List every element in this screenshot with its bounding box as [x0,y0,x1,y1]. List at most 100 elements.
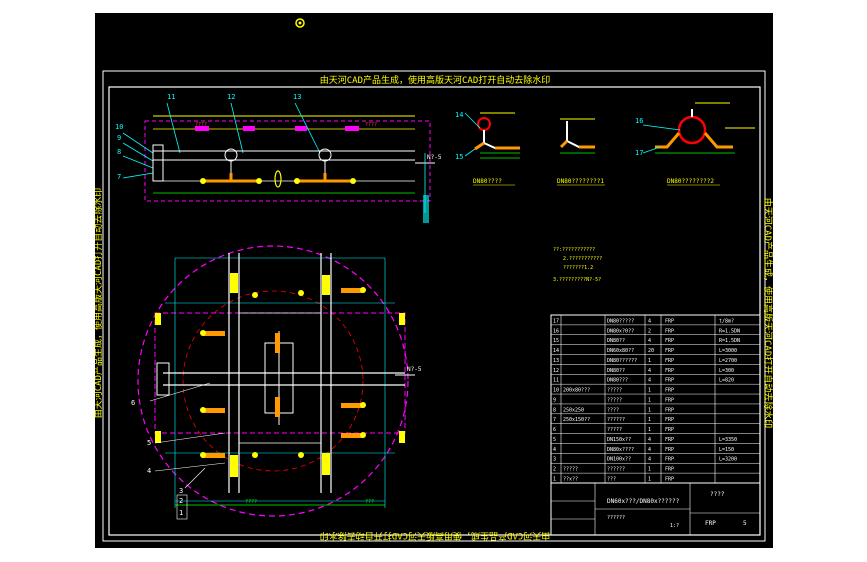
callout-12: 12 [227,93,235,101]
bom-cell-mat: FRP [665,427,674,433]
bom-cell-qty: 1 [648,397,651,403]
bom-cell-name: DN100x?? [607,457,631,463]
title-block-material: FRP [705,520,716,527]
detail-section-1: DN80???? [464,112,520,186]
bom-cell-no: 4 [553,447,556,453]
bom-cell-std: ??x?? [563,477,578,483]
callout-10: 10 [115,123,123,131]
callout-16: 16 [635,117,643,125]
watermark-left: 由天河CAD产品生成，使用高版天河CAD打开自动去除水印 [95,188,104,419]
title-block-title: DN60x???/DN80x?????? [607,498,680,505]
callout-15: 15 [455,153,463,161]
bom-cell-name: DN80?? [607,368,625,374]
bom-cell-mat: FRP [665,397,674,403]
bom-cell-name: ????? [607,388,622,394]
bom-cell-qty: 1 [648,388,651,394]
bom-cell-mat: FRP [665,378,674,384]
detail-2-label: DN80????????1 [557,178,604,185]
bom-cell-name: DN80x?0?? [607,328,634,334]
bom-cell-note: L=300 [719,368,734,374]
bom-cell-no: 5 [553,437,556,443]
bom-cell-no: 1 [553,477,556,483]
bom-cell-no: 17 [553,318,559,324]
callout-1: 1 [179,509,183,517]
bom-cell-qty: 4 [648,338,651,344]
bom-cell-qty: 4 [648,457,651,463]
bom-cell-mat: FRP [665,467,674,473]
bom-cell-name: DN150x?? [607,437,631,443]
bom-cell-qty: 2 [648,328,651,334]
technical-notes: ??:??????????? 2.??????????? ???????1.2 … [553,247,602,283]
svg-text:????: ???? [245,499,257,505]
bom-cell-qty: 4 [648,437,651,443]
title-block-scale: 1:? [670,523,679,529]
bom-cell-no: 12 [553,368,559,374]
bom-cell-no: 8 [553,407,556,413]
title-block-number: ???? [710,491,725,498]
bom-cell-std: 200x80??? [563,388,590,394]
bom-cell-mat: FRP [665,318,674,324]
bom-cell-name: DN80x???? [607,447,634,453]
bom-cell-name: DN80??? [607,378,628,384]
watermark-top: 由天河CAD产品生成，使用高版天河CAD打开自动去除水印 [320,74,551,86]
bom-cell-note: t/8m? [719,318,734,324]
bom-cell-name: DN80?????? [607,358,637,364]
detail-1-label: DN80???? [473,178,502,185]
cad-viewport[interactable]: 由天河CAD产品生成，使用高版天河CAD打开自动去除水印 由天河CAD产品生成，… [95,13,773,548]
svg-text:???: ??? [365,499,374,505]
note-line-4: 3.?????????N?-5? [553,277,601,283]
callout-4: 4 [147,467,151,475]
bom-cell-note: L=3000 [719,348,737,354]
callout-6: 6 [131,399,135,407]
elevation-view: N?-5 ???? ???? [122,102,442,223]
bom-cell-note: R=1.5DN [719,328,740,334]
bom-cell-qty: 20 [648,348,654,354]
bom-cell-mat: FRP [665,358,674,364]
bom-cell-mat: FRP [665,328,674,334]
bom-cell-mat: FRP [665,348,674,354]
bom-cell-qty: 4 [648,447,651,453]
bom-cell-mat: FRP [665,388,674,394]
bom-cell-no: 13 [553,358,559,364]
watermark-right: 由天河CAD产品生成，使用高版天河CAD打开自动去除水印 [762,198,773,429]
bom-cell-std: 250x250 [563,407,584,413]
bom-cell-no: 16 [553,328,559,334]
bom-cell-note: L=820 [719,378,734,384]
bom-cell-name: ?????? [607,467,625,473]
bom-cell-qty: 1 [648,477,651,483]
callout-7: 7 [117,173,121,181]
plan-view: ???? ??? N?-5 [137,245,422,517]
bom-cell-mat: FRP [665,447,674,453]
detail-section-3: DN80????????2 [642,102,755,186]
bom-cell-no: 15 [553,338,559,344]
callout-14: 14 [455,111,463,119]
bom-cell-no: 7 [553,417,556,423]
bom-cell-qty: 4 [648,318,651,324]
bom-cell-no: 14 [553,348,559,354]
bom-cell-note: L=150 [719,447,734,453]
plan-direction-label: N?-5 [407,366,422,373]
svg-text:????: ???? [365,122,377,128]
bom-cell-no: 3 [553,457,556,463]
bom-cell-mat: FRP [665,457,674,463]
callout-2: 2 [179,497,183,505]
bom-cell-name: DN80????? [607,318,634,324]
bom-cell-note: L=2700 [719,358,737,364]
callout-5: 5 [147,439,151,447]
bom-table: 17 DN80????? 4 FRP t/8m?16 DN80x?0?? 2 FRP R=1.5… [550,314,761,536]
bom-cell-mat: FRP [665,338,674,344]
bom-cell-mat: FRP [665,407,674,413]
note-line-3: ???????1.2 [563,265,593,271]
elevation-direction-label: N?-5 [427,154,442,161]
callout-9: 9 [117,134,121,142]
bom-cell-name: ????? [607,427,622,433]
cad-logo-icon [295,18,305,28]
bom-cell-no: 2 [553,467,556,473]
note-line-1: ??:??????????? [553,247,595,253]
detail-section-2: DN80????????1 [557,118,605,186]
detail-3-label: DN80????????2 [667,178,714,185]
title-block-sheet: 5 [743,520,747,527]
title-block-row1: ?????? [607,515,625,521]
bom-cell-std: 250x150?? [563,417,590,423]
bom-cell-name: ????? [607,397,622,403]
